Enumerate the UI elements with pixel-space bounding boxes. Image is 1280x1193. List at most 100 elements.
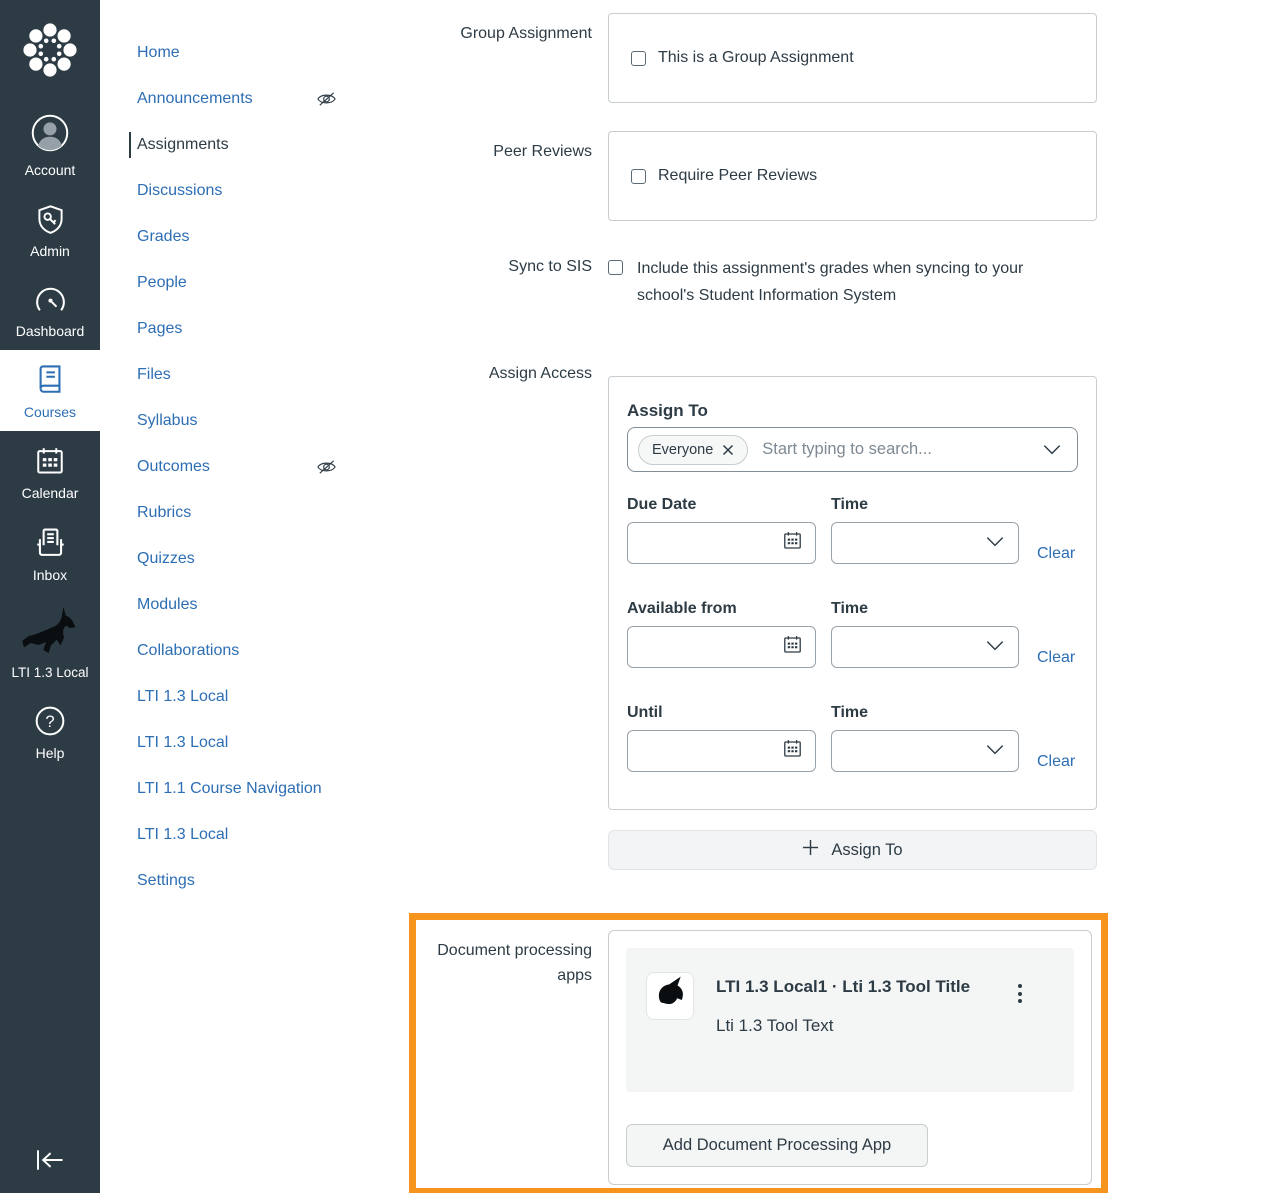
course-nav-lti-13-local-2[interactable]: LTI 1.3 Local — [137, 730, 337, 756]
assign-access-panel: Assign To Everyone Due Date — [608, 376, 1097, 810]
chevron-down-icon — [986, 534, 1004, 552]
course-nav-collaborations[interactable]: Collaborations — [137, 638, 337, 664]
group-assignment-checkbox[interactable] — [631, 50, 646, 66]
until-input[interactable] — [627, 730, 816, 772]
app-text-block: LTI 1.3 Local1 · Lti 1.3 Tool Title Lti … — [716, 972, 1014, 1036]
due-date-input[interactable] — [627, 522, 816, 564]
course-nav-home[interactable]: Home — [137, 40, 337, 66]
assignee-tag: Everyone — [638, 434, 749, 465]
hidden-eye-off-icon — [316, 90, 337, 108]
assign-to-heading: Assign To — [627, 401, 708, 420]
gauge-icon — [34, 281, 67, 319]
chevron-down-icon — [986, 638, 1004, 656]
course-nav-lti-13-local-3[interactable]: LTI 1.3 Local — [137, 822, 337, 848]
until-clear-link[interactable]: Clear — [1037, 753, 1075, 772]
course-nav-lti-11-course-navigation[interactable]: LTI 1.1 Course Navigation — [137, 776, 337, 802]
assignee-search-input[interactable] — [762, 440, 1035, 459]
sidebar-item-account[interactable]: Account — [0, 103, 100, 189]
due-date-group: Due Date Time Clear — [627, 494, 1078, 564]
sidebar-item-dashboard[interactable]: Dashboard — [0, 270, 100, 350]
course-nav-settings[interactable]: Settings — [137, 868, 337, 894]
group-assignment-section: Group Assignment This is a Group Assignm… — [420, 13, 1097, 103]
due-date-label: Due Date — [627, 496, 697, 513]
available-clear-link[interactable]: Clear — [1037, 649, 1075, 668]
document-processing-app-tile: LTI 1.3 Local1 · Lti 1.3 Tool Title Lti … — [626, 948, 1074, 1092]
sidebar-item-inbox[interactable]: Inbox — [0, 512, 100, 594]
due-clear-link[interactable]: Clear — [1037, 545, 1075, 564]
svg-text:?: ? — [45, 711, 54, 730]
account-avatar-icon — [29, 114, 71, 152]
assign-access-section: Assign Access Assign To Everyone Start t… — [420, 365, 1097, 810]
sync-to-sis-checkbox[interactable] — [608, 260, 623, 275]
add-assign-to-button-label: Assign To — [831, 840, 903, 859]
assign-access-label: Assign Access — [488, 365, 592, 382]
course-nav-lti-13-local-1[interactable]: LTI 1.3 Local — [137, 684, 337, 710]
course-nav-discussions[interactable]: Discussions — [137, 178, 337, 204]
course-nav-rubrics[interactable]: Rubrics — [137, 500, 337, 526]
app-title: LTI 1.3 Local1 · Lti 1.3 Tool Title — [716, 977, 971, 996]
sidebar-item-label: Account — [24, 162, 76, 178]
due-time-select[interactable] — [831, 522, 1019, 564]
sidebar-item-label: Inbox — [32, 566, 68, 583]
sync-to-sis-checkbox-label: Include this assignment's grades when sy… — [637, 260, 1024, 304]
sidebar-item-calendar[interactable]: Calendar — [0, 431, 100, 512]
calendar-icon[interactable] — [782, 738, 803, 764]
sync-to-sis-label: Sync to SIS — [508, 258, 592, 275]
add-document-processing-app-button[interactable]: Add Document Processing App — [626, 1124, 928, 1167]
collapse-nav-button[interactable] — [34, 1148, 66, 1177]
app-logo — [646, 972, 694, 1020]
canvas-logo-icon — [22, 23, 78, 82]
sidebar-item-lti-13-local[interactable]: LTI 1.3 Local — [0, 594, 100, 691]
canvas-logo[interactable] — [22, 22, 78, 83]
sidebar-item-label: Dashboard — [15, 322, 85, 339]
until-group: Until Time Clear — [627, 702, 1078, 772]
sidebar-item-help[interactable]: ? Help — [0, 691, 100, 772]
inbox-tray-icon — [34, 523, 67, 561]
app-description: Lti 1.3 Tool Text — [716, 1016, 834, 1035]
add-assign-to-button[interactable]: Assign To — [608, 830, 1097, 870]
course-nav: Home Announcements Assignments Discussio… — [129, 40, 337, 914]
sidebar-item-label: LTI 1.3 Local — [11, 664, 89, 680]
until-time-select[interactable] — [831, 730, 1019, 772]
peer-reviews-section: Peer Reviews Require Peer Reviews — [420, 131, 1097, 221]
collapse-arrow-icon — [34, 1150, 66, 1176]
available-from-input[interactable] — [627, 626, 816, 668]
sync-to-sis-section: Sync to SIS Include this assignment's gr… — [420, 253, 1097, 309]
chevron-down-icon[interactable] — [1043, 444, 1061, 455]
course-nav-quizzes[interactable]: Quizzes — [137, 546, 337, 572]
available-time-select[interactable] — [831, 626, 1019, 668]
course-nav-files[interactable]: Files — [137, 362, 337, 388]
peer-reviews-checkbox-label: Require Peer Reviews — [658, 167, 818, 184]
book-icon — [34, 361, 67, 399]
peer-reviews-checkbox[interactable] — [631, 168, 646, 184]
document-processing-panel: LTI 1.3 Local1 · Lti 1.3 Tool Title Lti … — [608, 930, 1092, 1185]
course-nav-syllabus[interactable]: Syllabus — [137, 408, 337, 434]
document-processing-highlight: Document processing apps LTI 1.3 Local1 … — [409, 913, 1108, 1193]
due-time-label: Time — [831, 496, 869, 513]
available-time-label: Time — [831, 600, 869, 617]
course-nav-outcomes[interactable]: Outcomes — [137, 454, 337, 480]
calendar-icon[interactable] — [782, 634, 803, 660]
sidebar-item-courses[interactable]: Courses — [0, 349, 100, 431]
group-assignment-panel: This is a Group Assignment — [608, 13, 1097, 103]
global-nav-sidebar: Account Admin Dashboard Courses Calendar… — [0, 0, 100, 1193]
app-options-kebab-icon[interactable] — [1014, 980, 1026, 1007]
assign-to-combobox[interactable]: Everyone — [627, 427, 1078, 472]
assignee-tag-label: Everyone — [652, 441, 714, 458]
remove-tag-icon[interactable] — [722, 444, 734, 456]
course-nav-modules[interactable]: Modules — [137, 592, 337, 618]
hidden-eye-off-icon — [316, 458, 337, 476]
assignment-edit-page: Account Admin Dashboard Courses Calendar… — [0, 0, 1280, 1193]
available-from-label: Available from — [627, 600, 737, 617]
group-assignment-checkbox-label: This is a Group Assignment — [658, 49, 854, 66]
chevron-down-icon — [986, 742, 1004, 760]
course-nav-people[interactable]: People — [137, 270, 337, 296]
group-assignment-label: Group Assignment — [460, 25, 592, 42]
sidebar-item-admin[interactable]: Admin — [0, 189, 100, 270]
until-label: Until — [627, 704, 663, 721]
course-nav-pages[interactable]: Pages — [137, 316, 337, 342]
calendar-icon[interactable] — [782, 530, 803, 556]
course-nav-assignments[interactable]: Assignments — [129, 132, 337, 158]
course-nav-grades[interactable]: Grades — [137, 224, 337, 250]
course-nav-announcements[interactable]: Announcements — [137, 86, 337, 112]
